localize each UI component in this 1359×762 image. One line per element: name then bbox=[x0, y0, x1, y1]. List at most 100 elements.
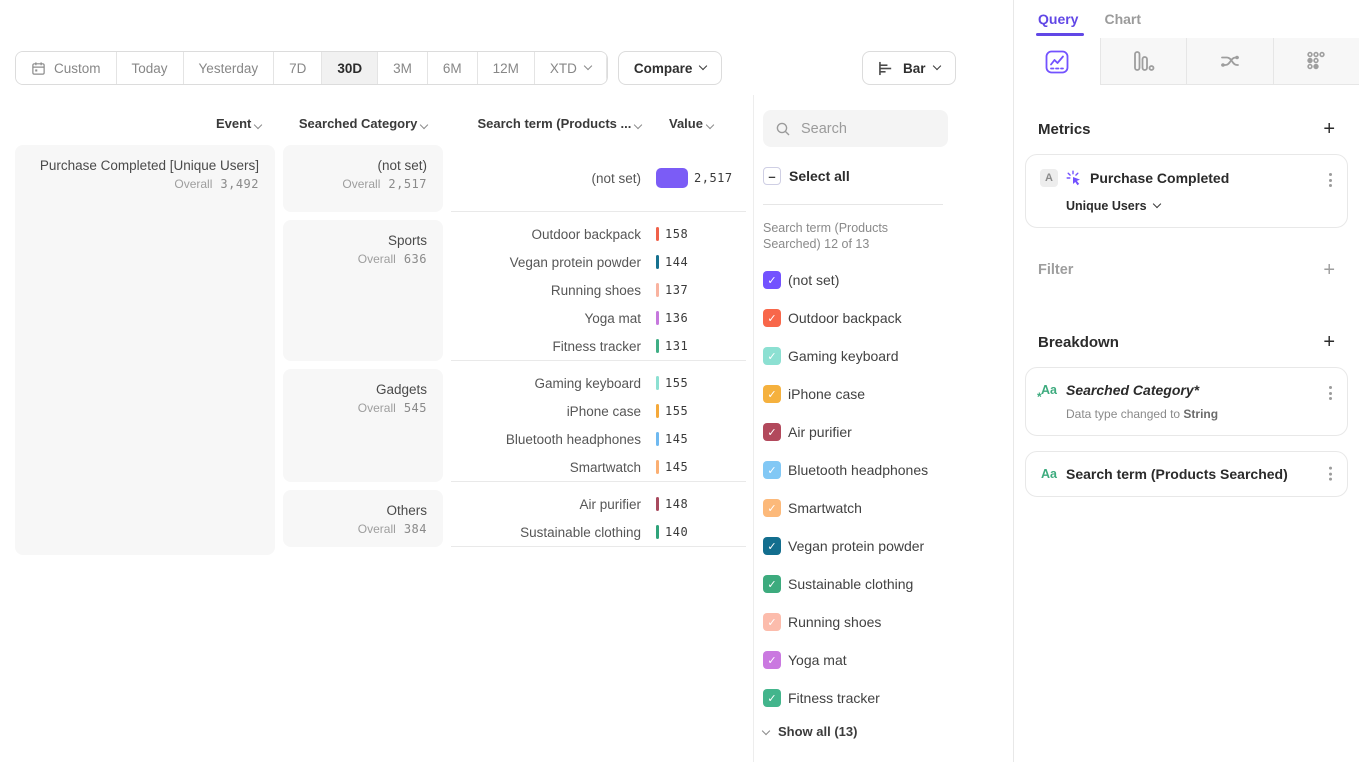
event-cell[interactable]: Purchase Completed [Unique Users] Overal… bbox=[15, 145, 275, 555]
search-input[interactable] bbox=[801, 121, 936, 137]
category-cell[interactable]: Sports Overall636 bbox=[283, 220, 443, 361]
filter-item-checkbox[interactable]: ✓ bbox=[763, 347, 781, 365]
date-range-button[interactable]: Today bbox=[117, 52, 184, 84]
date-range-button[interactable]: 6M bbox=[428, 52, 478, 84]
breakdown-menu-button[interactable] bbox=[1327, 383, 1334, 404]
search-term-row[interactable]: Fitness tracker 131 bbox=[451, 332, 746, 360]
filter-item[interactable]: ✓ iPhone case bbox=[763, 375, 1013, 413]
category-name: Gadgets bbox=[283, 382, 427, 397]
value-bar[interactable] bbox=[656, 283, 659, 297]
search-term-row[interactable]: Vegan protein powder 144 bbox=[451, 248, 746, 276]
category-cell[interactable]: (not set) Overall2,517 bbox=[283, 145, 443, 212]
add-metric-button[interactable]: + bbox=[1323, 119, 1335, 139]
value-bar[interactable] bbox=[656, 311, 659, 325]
date-range-button[interactable]: Custom bbox=[16, 52, 117, 84]
filter-item-checkbox[interactable]: ✓ bbox=[763, 689, 781, 707]
filter-item-checkbox[interactable]: ✓ bbox=[763, 499, 781, 517]
column-header-search-term[interactable]: Search term (Products ... bbox=[451, 116, 641, 131]
column-header-event[interactable]: Event bbox=[15, 116, 275, 131]
compare-button[interactable]: Compare bbox=[618, 51, 723, 85]
value-bar[interactable] bbox=[656, 404, 659, 418]
search-term-label: Outdoor backpack bbox=[451, 227, 641, 242]
value-bar[interactable] bbox=[656, 460, 659, 474]
filter-item-checkbox[interactable]: ✓ bbox=[763, 423, 781, 441]
filter-item[interactable]: ✓ Smartwatch bbox=[763, 489, 1013, 527]
add-filter-button[interactable]: + bbox=[1323, 260, 1335, 280]
calendar-icon bbox=[31, 61, 46, 76]
select-all-checkbox[interactable]: – bbox=[763, 167, 781, 185]
chart-type-button[interactable]: Bar bbox=[862, 51, 956, 85]
filter-item-checkbox[interactable]: ✓ bbox=[763, 613, 781, 631]
sidebar-tab[interactable]: Chart bbox=[1104, 11, 1141, 27]
show-all-toggle[interactable]: Show all (13) bbox=[763, 724, 1013, 739]
filter-item[interactable]: ✓ Bluetooth headphones bbox=[763, 451, 1013, 489]
filter-item[interactable]: ✓ Vegan protein powder bbox=[763, 527, 1013, 565]
tab-flows[interactable] bbox=[1186, 38, 1273, 85]
search-term-row[interactable]: Running shoes 137 bbox=[451, 276, 746, 304]
filter-item-checkbox[interactable]: ✓ bbox=[763, 651, 781, 669]
metric-card[interactable]: A Purchase Completed Unique Users bbox=[1025, 154, 1348, 228]
date-range-button[interactable]: 12M bbox=[478, 52, 535, 84]
event-spark-icon bbox=[1066, 170, 1082, 186]
breakdown-card[interactable]: Aa Search term (Products Searched) bbox=[1025, 451, 1348, 497]
filter-item[interactable]: ✓ Outdoor backpack bbox=[763, 299, 1013, 337]
value-bar[interactable] bbox=[656, 339, 659, 353]
filter-item-checkbox[interactable]: ✓ bbox=[763, 575, 781, 593]
select-all-control[interactable]: – Select all bbox=[763, 164, 1013, 188]
filter-item-checkbox[interactable]: ✓ bbox=[763, 309, 781, 327]
filter-item[interactable]: ✓ Sustainable clothing bbox=[763, 565, 1013, 603]
date-range-button[interactable]: 3M bbox=[378, 52, 428, 84]
value-bar[interactable] bbox=[656, 525, 659, 539]
column-header-value[interactable]: Value bbox=[669, 116, 713, 131]
add-breakdown-button[interactable]: + bbox=[1323, 332, 1335, 352]
value-bar[interactable] bbox=[656, 255, 659, 269]
category-overall: Overall384 bbox=[283, 522, 427, 536]
tab-insights[interactable] bbox=[1014, 38, 1100, 85]
filter-item[interactable]: ✓ Running shoes bbox=[763, 603, 1013, 641]
search-term-row[interactable]: Smartwatch 145 bbox=[451, 453, 746, 481]
category-cell[interactable]: Gadgets Overall545 bbox=[283, 369, 443, 482]
column-header-searched-category[interactable]: Searched Category bbox=[283, 116, 443, 131]
tab-funnels[interactable] bbox=[1100, 38, 1187, 85]
search-term-row[interactable]: (not set) 2,517 bbox=[451, 164, 746, 192]
measurement-dropdown[interactable]: Unique Users bbox=[1066, 199, 1333, 213]
date-range-toolbar: Custom Today bbox=[15, 51, 722, 85]
value-bar[interactable] bbox=[656, 168, 688, 188]
value-bar[interactable] bbox=[656, 497, 659, 511]
value-bar[interactable] bbox=[656, 432, 659, 446]
filter-item-checkbox[interactable]: ✓ bbox=[763, 385, 781, 403]
breakdown-card[interactable]: Aa Searched Category* Data type changed … bbox=[1025, 367, 1348, 436]
sidebar-tab[interactable]: Query bbox=[1038, 11, 1078, 27]
search-term-row[interactable]: Sustainable clothing 140 bbox=[451, 518, 746, 546]
breakdown-menu-button[interactable] bbox=[1327, 464, 1334, 485]
filter-item-checkbox[interactable]: ✓ bbox=[763, 271, 781, 289]
report-type-tabs bbox=[1014, 38, 1359, 85]
search-term-row[interactable]: Air purifier 148 bbox=[451, 490, 746, 518]
date-range-button[interactable]: 30D bbox=[322, 52, 378, 84]
filter-item-label: Vegan protein powder bbox=[788, 538, 924, 554]
search-term-row[interactable]: Gaming keyboard 155 bbox=[451, 369, 746, 397]
filter-item-checkbox[interactable]: ✓ bbox=[763, 537, 781, 555]
date-range-button[interactable]: Yesterday bbox=[184, 52, 275, 84]
filter-item[interactable]: ✓ Gaming keyboard bbox=[763, 337, 1013, 375]
tab-retention[interactable] bbox=[1273, 38, 1359, 85]
date-range-button[interactable]: 7D bbox=[274, 52, 322, 84]
search-term-row[interactable]: Yoga mat 136 bbox=[451, 304, 746, 332]
value-bar[interactable] bbox=[656, 227, 659, 241]
filter-item[interactable]: ✓ Fitness tracker bbox=[763, 679, 1013, 717]
search-term-row[interactable]: iPhone case 155 bbox=[451, 397, 746, 425]
filter-item-checkbox[interactable]: ✓ bbox=[763, 461, 781, 479]
check-icon: ✓ bbox=[767, 464, 776, 477]
filter-item[interactable]: ✓ (not set) bbox=[763, 261, 1013, 299]
check-icon: ✓ bbox=[767, 578, 776, 591]
metric-menu-button[interactable] bbox=[1327, 170, 1334, 191]
date-range-button[interactable]: XTD bbox=[535, 52, 607, 84]
filter-item[interactable]: ✓ Air purifier bbox=[763, 413, 1013, 451]
search-term-row[interactable]: Bluetooth headphones 145 bbox=[451, 425, 746, 453]
value-bar[interactable] bbox=[656, 376, 659, 390]
search-term-row[interactable]: Outdoor backpack 158 bbox=[451, 220, 746, 248]
category-cell[interactable]: Others Overall384 bbox=[283, 490, 443, 547]
date-range-label: Custom bbox=[54, 61, 101, 76]
filter-item[interactable]: ✓ Yoga mat bbox=[763, 641, 1013, 679]
filter-item-label: Bluetooth headphones bbox=[788, 462, 928, 478]
